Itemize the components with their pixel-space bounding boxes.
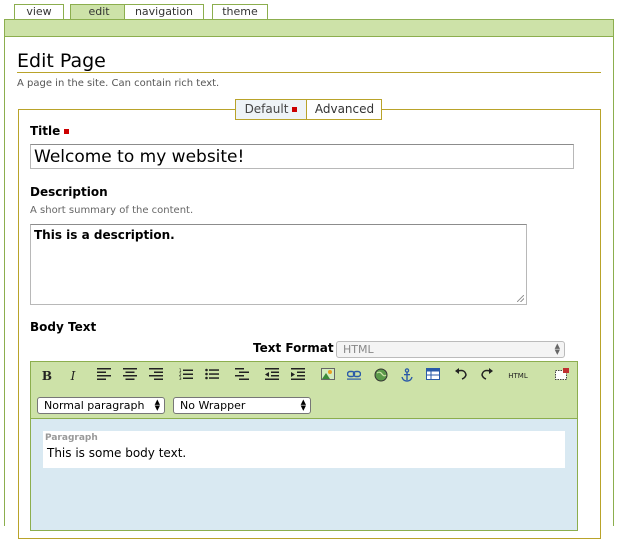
insert-link-icon[interactable] — [345, 368, 363, 384]
redo-icon[interactable] — [478, 368, 496, 384]
tab-edit[interactable]: edit — [70, 4, 128, 20]
body-label: Body Text — [30, 320, 97, 334]
tab-bar — [4, 19, 614, 37]
select-arrows-icon: ▲ ▼ — [154, 398, 160, 412]
html-source-button[interactable]: HTML — [505, 368, 531, 384]
form-tab-default-label: Default — [244, 102, 289, 116]
text-format-label: Text Format — [253, 341, 334, 355]
form-tab-advanced-label: Advanced — [314, 102, 375, 116]
text-format-select[interactable]: HTML ▲ ▼ — [336, 341, 565, 358]
page-title: Edit Page — [17, 50, 106, 72]
form-tabs: Default Advanced — [235, 99, 382, 120]
bold-button[interactable]: B — [39, 368, 55, 384]
select-arrows-icon: ▲ ▼ — [554, 342, 560, 356]
fullscreen-icon[interactable] — [553, 368, 571, 384]
description-value: This is a description. — [34, 228, 175, 242]
tab-navigation[interactable]: navigation — [124, 4, 204, 19]
undo-icon[interactable] — [452, 368, 470, 384]
form-tab-advanced[interactable]: Advanced — [306, 100, 382, 119]
title-label: Title — [30, 124, 70, 138]
paragraph-style-select[interactable]: Normal paragraph ▲ ▼ — [37, 397, 165, 414]
wrapper-value: No Wrapper — [180, 399, 246, 412]
indent-icon[interactable] — [289, 368, 307, 384]
anchor-icon[interactable] — [398, 368, 416, 384]
tab-edit-label: edit — [88, 5, 110, 18]
wrapper-select[interactable]: No Wrapper ▲ ▼ — [173, 397, 311, 414]
description-hint: A short summary of the content. — [30, 205, 194, 216]
bullet-list-icon[interactable] — [203, 368, 221, 384]
tab-theme[interactable]: theme — [212, 4, 268, 19]
outdent-icon[interactable] — [263, 368, 281, 384]
paragraph-style-value: Normal paragraph — [44, 399, 145, 412]
align-right-icon[interactable] — [147, 368, 165, 384]
title-input[interactable] — [30, 144, 574, 169]
tab-view[interactable]: view — [14, 4, 64, 19]
title-divider — [17, 72, 601, 73]
rich-text-editor: B I 123 HTML Normal paragraph ▲ ▼ No Wra… — [30, 361, 578, 531]
editor-toolbar: B I 123 HTML Normal paragraph ▲ ▼ No Wra… — [31, 362, 577, 419]
external-link-icon[interactable] — [372, 368, 390, 384]
tab-navigation-label: navigation — [134, 5, 194, 18]
tab-view-label: view — [26, 5, 52, 18]
description-label: Description — [30, 185, 108, 199]
select-arrows-icon: ▲ ▼ — [300, 398, 306, 412]
required-icon — [64, 129, 70, 134]
svg-text:3: 3 — [179, 376, 182, 380]
tab-theme-label: theme — [222, 5, 258, 18]
resize-handle-icon[interactable] — [517, 295, 524, 302]
numbered-list-icon[interactable]: 123 — [177, 368, 195, 384]
form-tab-default[interactable]: Default — [236, 100, 306, 119]
insert-table-icon[interactable] — [424, 368, 442, 384]
align-left-icon[interactable] — [95, 368, 113, 384]
title-label-text: Title — [30, 124, 61, 138]
body-text[interactable]: This is some body text. — [47, 446, 186, 460]
align-center-icon[interactable] — [121, 368, 139, 384]
page-description: A page in the site. Can contain rich tex… — [17, 78, 220, 89]
description-textarea[interactable]: This is a description. — [30, 224, 527, 305]
italic-button[interactable]: I — [65, 368, 81, 384]
block-type-label: Paragraph — [45, 433, 98, 443]
required-icon — [292, 107, 298, 112]
definition-list-icon[interactable] — [233, 368, 251, 384]
text-format-value: HTML — [343, 343, 374, 356]
insert-image-icon[interactable] — [319, 368, 337, 384]
editor-content-area[interactable]: Paragraph This is some body text. — [43, 431, 565, 468]
